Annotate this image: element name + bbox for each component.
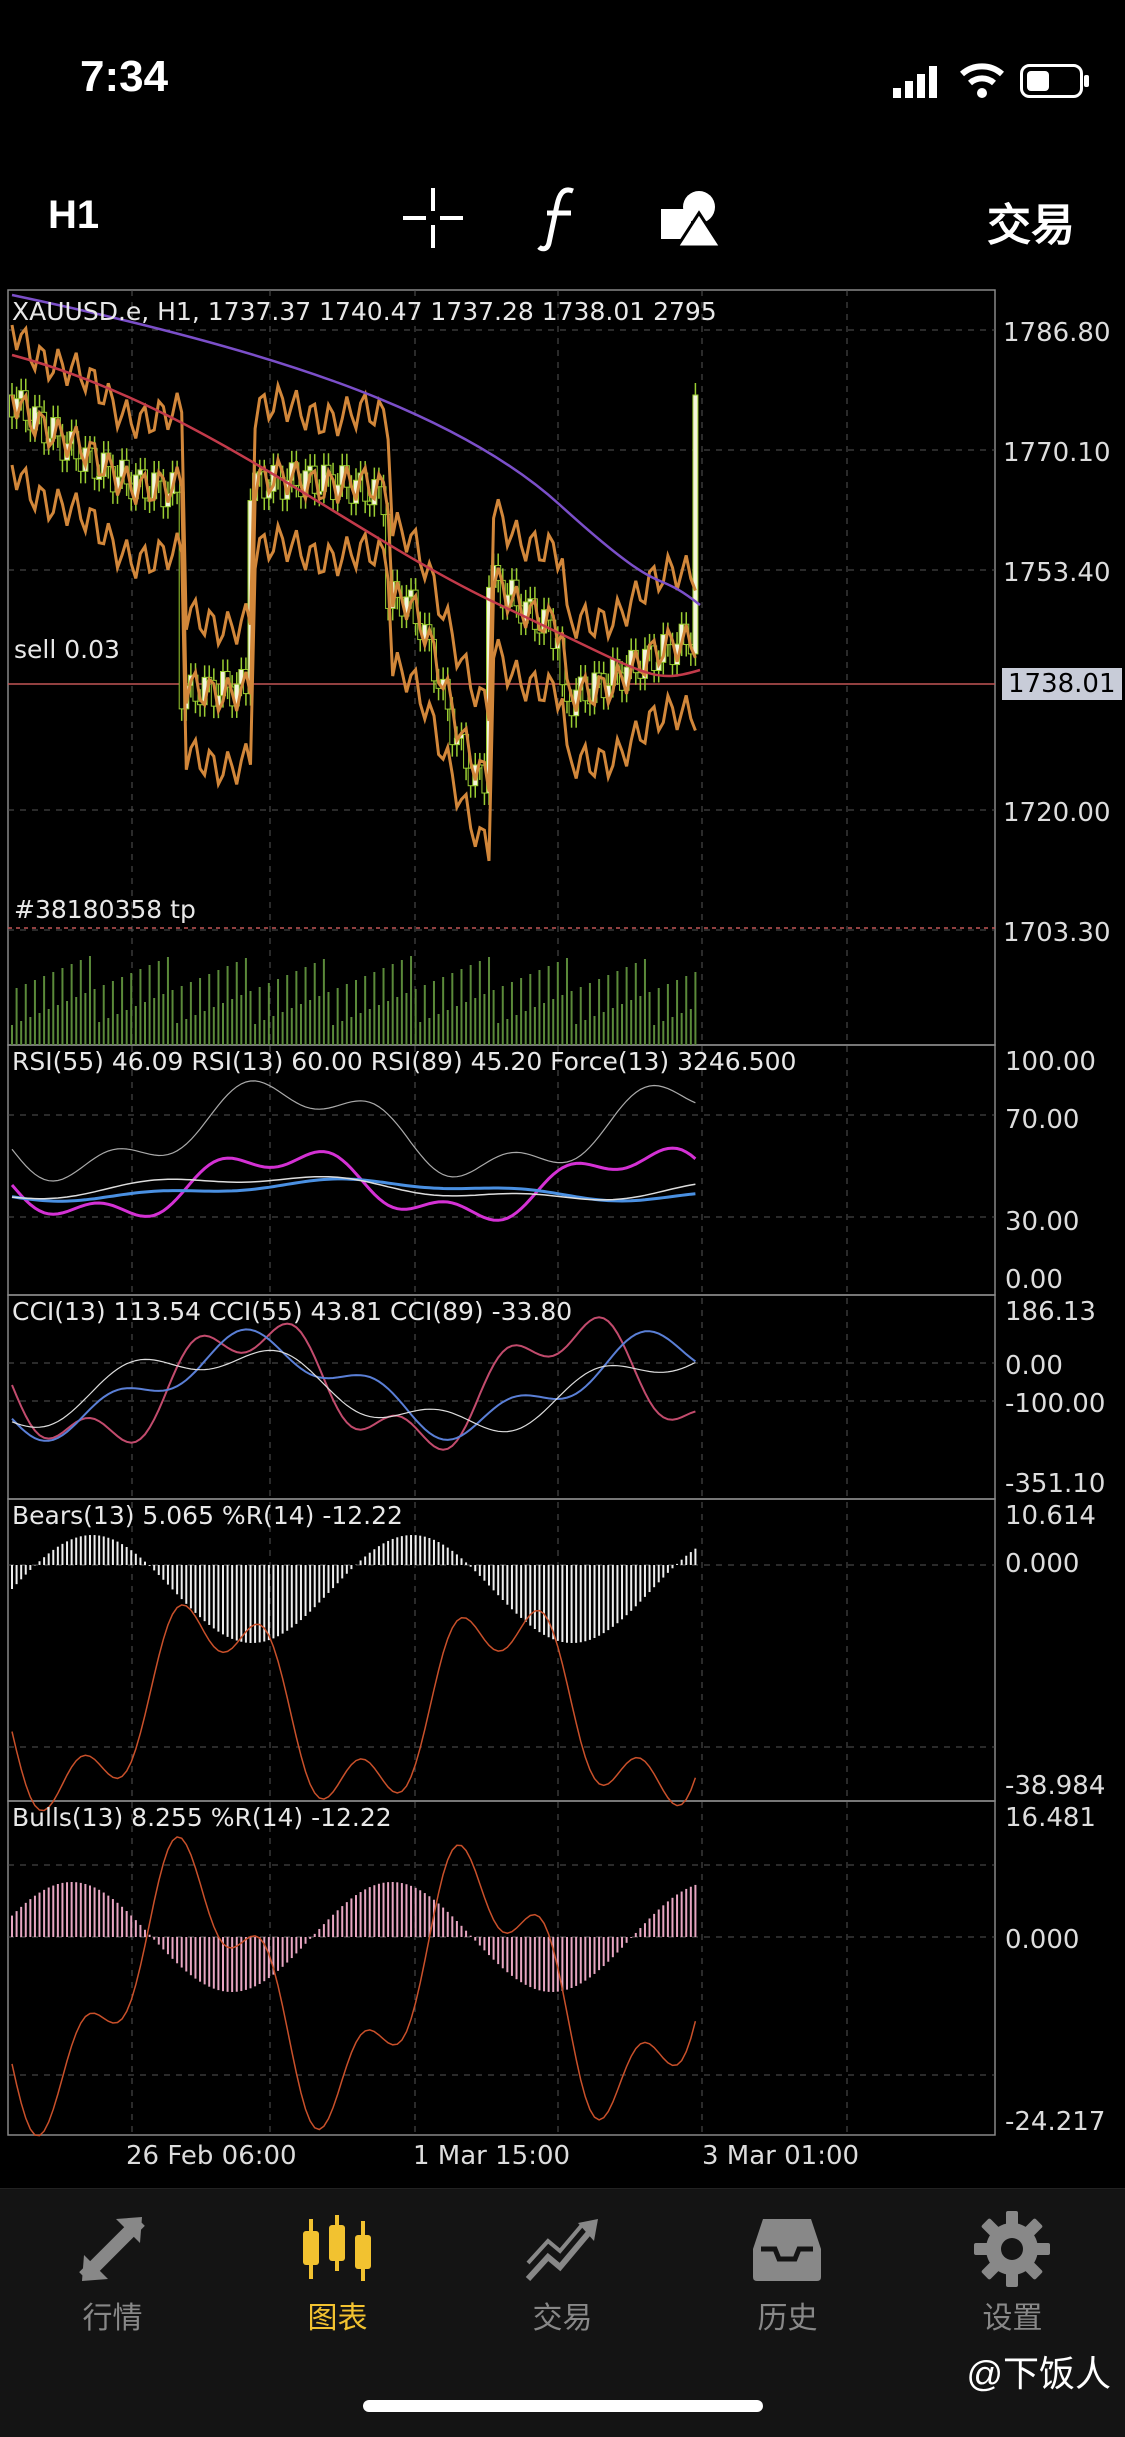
timeframe-button[interactable]: H1 <box>48 193 99 238</box>
cci-axis-label: 186.13 <box>1005 1297 1096 1327</box>
tab-history-label: 历史 <box>757 2302 818 2335</box>
trade-icon <box>525 2219 598 2282</box>
time-axis-label: 3 Mar 01:00 <box>702 2141 860 2171</box>
signal-icon <box>893 66 937 98</box>
shapes-icon[interactable] <box>655 183 725 253</box>
wifi-icon <box>960 63 1004 98</box>
tab-trade-label: 交易 <box>532 2302 593 2335</box>
price-axis-label: 1703.30 <box>1003 918 1111 948</box>
bears-williams-r-line <box>11 1604 697 1812</box>
status-time: 7:34 <box>80 52 169 101</box>
cci-axis-label: 0.00 <box>1005 1351 1063 1381</box>
tab-quotes[interactable]: 行情 <box>0 2189 225 2369</box>
cci-header: CCI(13) 113.54 CCI(55) 43.81 CCI(89) -33… <box>12 1297 573 1326</box>
bulls-axis-label: 16.481 <box>1005 1803 1096 1833</box>
tab-history[interactable]: 历史 <box>675 2189 900 2369</box>
rsi-axis-label: 0.00 <box>1005 1265 1063 1295</box>
chart-canvas[interactable] <box>0 285 1125 2145</box>
rsi-axis-label: 30.00 <box>1005 1207 1080 1237</box>
battery-icon <box>1020 64 1089 98</box>
cci-line-55 <box>11 1328 697 1442</box>
order-sell-label[interactable]: sell 0.03 <box>14 635 120 664</box>
rsi-line-55 <box>11 1177 696 1203</box>
trade-button[interactable]: 交易 <box>987 189 1075 253</box>
rsi-axis-label: 100.00 <box>1005 1047 1096 1077</box>
bears-axis-label: 0.000 <box>1005 1549 1080 1579</box>
rsi-line-13 <box>10 1146 697 1222</box>
tab-quotes-label: 行情 <box>82 2302 143 2335</box>
price-axis-label: 1720.00 <box>1003 798 1111 828</box>
chart-area[interactable]: XAUUSD.e, H1, 1737.37 1740.47 1737.28 17… <box>0 285 1125 2171</box>
rsi-header: RSI(55) 46.09 RSI(13) 60.00 RSI(89) 45.2… <box>12 1047 797 1076</box>
bears-axis-label: -38.984 <box>1005 1771 1106 1801</box>
tab-chart-label: 图表 <box>307 2302 368 2335</box>
watermark: @下饭人 <box>966 2353 1111 2394</box>
cci-axis-label: -351.10 <box>1005 1469 1106 1499</box>
chart-toolbar: H1 交易 <box>0 165 1125 275</box>
time-axis-label: 1 Mar 15:00 <box>413 2141 571 2171</box>
cci-line-13 <box>11 1316 696 1451</box>
tab-chart[interactable]: 图表 <box>225 2189 450 2369</box>
settings-icon <box>974 2211 1050 2287</box>
bulls-williams-r-line <box>11 1836 697 2137</box>
price-axis-label: 1786.80 <box>1003 318 1111 348</box>
chart-icon <box>303 2215 371 2281</box>
quotes-icon <box>79 2217 145 2281</box>
status-bar: 7:34 <box>0 0 1125 150</box>
chart-symbol-header: XAUUSD.e, H1, 1737.37 1740.47 1737.28 17… <box>12 297 717 326</box>
price-axis-label: 1753.40 <box>1003 558 1111 588</box>
history-icon <box>753 2219 821 2281</box>
bulls-header: Bulls(13) 8.255 %R(14) -12.22 <box>12 1803 392 1832</box>
order-tp-label[interactable]: #38180358 tp <box>14 895 196 924</box>
function-icon[interactable] <box>525 183 595 253</box>
cci-axis-label: -100.00 <box>1005 1389 1106 1419</box>
current-price-label: 1738.01 <box>1002 668 1122 700</box>
crosshair-icon[interactable] <box>398 183 468 253</box>
home-indicator <box>363 2400 763 2412</box>
tab-settings[interactable]: 设置 <box>900 2189 1125 2369</box>
tab-settings-label: 设置 <box>982 2302 1043 2335</box>
bollinger-middle <box>10 391 697 792</box>
candle-body <box>692 394 699 655</box>
bulls-axis-label: -24.217 <box>1005 2107 1106 2137</box>
price-axis-label: 1770.10 <box>1003 438 1111 468</box>
rsi-axis-label: 70.00 <box>1005 1105 1080 1135</box>
bears-header: Bears(13) 5.065 %R(14) -12.22 <box>12 1501 403 1530</box>
time-axis-label: 26 Feb 06:00 <box>126 2141 297 2171</box>
bulls-axis-label: 0.000 <box>1005 1925 1080 1955</box>
tab-trade[interactable]: 交易 <box>450 2189 675 2369</box>
bears-axis-label: 10.614 <box>1005 1501 1096 1531</box>
